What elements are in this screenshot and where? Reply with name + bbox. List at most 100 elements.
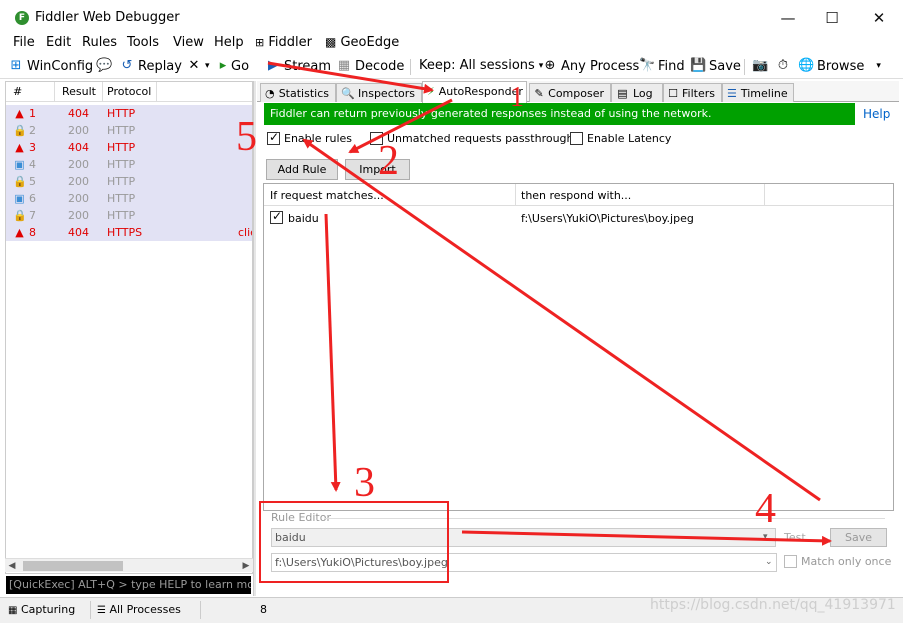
col-protocol[interactable]: Protocol xyxy=(107,85,151,98)
timer-icon: ⏱ xyxy=(777,58,789,73)
table-row[interactable]: 🔒 5 200 HTTP xyxy=(6,173,252,190)
tab-inspectors[interactable]: 🔍 Inspectors xyxy=(336,83,422,102)
table-row[interactable]: 🔒 2 200 HTTP xyxy=(6,122,252,139)
minimize-button[interactable]: — xyxy=(776,8,800,28)
sessions-list[interactable]: # Result Protocol ▲ 1 404 HTTP 🔒 2 200 HTTP ▲ 3 40… xyxy=(5,81,253,574)
process-filter-icon: ☰ xyxy=(97,605,106,616)
windows-icon: ⊞ xyxy=(10,58,22,73)
menu-file[interactable]: File xyxy=(13,35,35,50)
find-button[interactable]: 🔭 Find xyxy=(639,58,685,74)
speech-bubble-icon: 💬 xyxy=(96,58,113,73)
scroll-left-arrow-icon[interactable]: ◀ xyxy=(5,559,19,573)
col-separator xyxy=(156,82,157,102)
find-label: Find xyxy=(658,58,685,74)
tab-timeline[interactable]: ☰ Timeline xyxy=(722,83,794,102)
replay-button[interactable]: ↺ Replay xyxy=(119,58,182,74)
unmatched-passthrough-checkbox[interactable]: Unmatched requests passthrough xyxy=(370,132,574,145)
winconfig-button[interactable]: ⊞ WinConfig xyxy=(8,58,94,74)
add-rule-button[interactable]: Add Rule xyxy=(266,159,338,180)
rule-editor-divider xyxy=(325,518,885,519)
pane-splitter[interactable] xyxy=(253,81,256,596)
process-filter[interactable]: ☰ All Processes xyxy=(97,603,181,616)
menu-edit[interactable]: Edit xyxy=(46,35,71,50)
menu-rules[interactable]: Rules xyxy=(82,35,117,50)
sessions-header: # Result Protocol xyxy=(6,82,252,102)
rules-list[interactable]: If request matches... then respond with.… xyxy=(263,183,894,511)
col-separator xyxy=(515,184,516,206)
col-request-matches[interactable]: If request matches... xyxy=(270,189,384,202)
sessions-horizontal-scrollbar[interactable]: ◀ ▶ xyxy=(5,558,253,572)
menu-geoedge[interactable]: ▩ GeoEdge xyxy=(325,35,399,50)
unmatched-passthrough-check[interactable] xyxy=(370,132,383,145)
rule-match-input[interactable]: baidu xyxy=(271,528,776,547)
menu-tools[interactable]: Tools xyxy=(127,35,159,50)
table-row[interactable]: ▣ 4 200 HTTP xyxy=(6,156,252,173)
decode-button[interactable]: ▦ Decode xyxy=(336,58,405,74)
enable-latency-check[interactable] xyxy=(570,132,583,145)
save-disk-icon: 💾 xyxy=(690,58,707,73)
rule-enabled-check[interactable] xyxy=(270,209,283,224)
match-only-once-checkbox[interactable]: Match only once xyxy=(784,555,891,568)
match-only-once-check[interactable] xyxy=(784,555,797,568)
screenshot-button[interactable]: 📷 xyxy=(752,58,771,74)
table-row[interactable]: ▣ 6 200 HTTP xyxy=(6,190,252,207)
table-row[interactable]: ▲ 3 404 HTTP xyxy=(6,139,252,156)
maximize-button[interactable]: ☐ xyxy=(820,8,844,28)
tab-log[interactable]: ▤ Log xyxy=(611,83,663,102)
scrollbar-thumb[interactable] xyxy=(23,561,123,571)
right-pane: ◔ Statistics 🔍 Inspectors ⚡ AutoResponde… xyxy=(257,81,899,596)
table-row[interactable]: ▲ 8 404 HTTPS clie xyxy=(6,224,252,241)
scroll-right-arrow-icon[interactable]: ▶ xyxy=(239,559,253,573)
session-protocol: HTTP xyxy=(107,192,136,205)
timer-button[interactable]: ⏱ xyxy=(775,58,794,74)
capturing-indicator[interactable]: ▦ Capturing xyxy=(8,603,75,616)
statistics-icon: ◔ xyxy=(265,87,275,100)
enable-rules-checkbox[interactable]: Enable rules xyxy=(267,130,352,145)
session-protocol: HTTP xyxy=(107,141,136,154)
help-link[interactable]: Help xyxy=(863,107,890,121)
rule-row[interactable]: baidu f:\Users\YukiO\Pictures\boy.jpeg xyxy=(264,208,893,228)
rule-respond-input[interactable]: f:\Users\YukiO\Pictures\boy.jpeg xyxy=(271,553,777,572)
enable-rules-check[interactable] xyxy=(267,130,280,145)
tab-composer[interactable]: ✎ Composer xyxy=(529,83,611,102)
col-result[interactable]: Result xyxy=(62,85,96,98)
import-button[interactable]: Import xyxy=(345,159,410,180)
browse-button[interactable]: 🌐 Browse ▾ xyxy=(798,58,881,74)
keep-label: Keep: All sessions xyxy=(419,58,535,73)
tab-autoresponder[interactable]: ⚡ AutoResponder xyxy=(422,81,527,103)
globe-icon: 🌐 xyxy=(798,58,815,73)
any-process-button[interactable]: ⊕ Any Process xyxy=(542,58,640,74)
comment-button[interactable]: 💬 xyxy=(96,58,115,74)
decode-grid-icon: ▦ xyxy=(337,58,351,73)
table-row[interactable]: 🔒 7 200 HTTP xyxy=(6,207,252,224)
geoedge-icon: ▩ xyxy=(325,35,337,49)
save-toolbar-button[interactable]: 💾 Save xyxy=(690,58,741,74)
image-icon: ▣ xyxy=(14,158,25,171)
stream-button[interactable]: ▶ Stream xyxy=(265,58,331,74)
menu-fiddler-label: Fiddler xyxy=(268,35,312,50)
enable-latency-checkbox[interactable]: Enable Latency xyxy=(570,132,671,145)
table-row[interactable]: ▲ 1 404 HTTP xyxy=(6,105,252,122)
tab-statistics[interactable]: ◔ Statistics xyxy=(260,83,336,102)
menu-fiddler[interactable]: ⊞ Fiddler xyxy=(255,35,312,50)
rule-save-button[interactable]: Save xyxy=(830,528,887,547)
save-toolbar-label: Save xyxy=(709,58,741,74)
test-button[interactable]: Test... xyxy=(784,531,816,544)
fiddler-logo-icon: F xyxy=(15,11,29,25)
go-button[interactable]: ▸ Go xyxy=(218,58,249,74)
close-button[interactable]: ✕ xyxy=(867,8,891,28)
respond-dropdown-arrow-icon[interactable]: ⌄ xyxy=(765,557,773,567)
col-number[interactable]: # xyxy=(13,85,22,98)
keep-sessions-dropdown[interactable]: Keep: All sessions ▾ xyxy=(419,58,543,73)
menu-view[interactable]: View xyxy=(173,35,204,50)
toolbar: ⊞ WinConfig 💬 ↺ Replay ✕ ▾ ▸ Go ▶ Stream… xyxy=(0,55,903,79)
menu-help[interactable]: Help xyxy=(214,35,244,50)
col-respond-with[interactable]: then respond with... xyxy=(521,189,631,202)
quickexec-input[interactable]: [QuickExec] ALT+Q > type HELP to learn m… xyxy=(6,576,251,594)
session-result: 200 xyxy=(68,124,89,137)
tab-bar: ◔ Statistics 🔍 Inspectors ⚡ AutoResponde… xyxy=(257,81,899,103)
match-dropdown-arrow-icon[interactable]: ▾ xyxy=(763,532,768,542)
rule-match-text: baidu xyxy=(288,212,319,225)
remove-button[interactable]: ✕ ▾ xyxy=(186,58,210,74)
tab-filters[interactable]: ☐ Filters xyxy=(663,83,722,102)
